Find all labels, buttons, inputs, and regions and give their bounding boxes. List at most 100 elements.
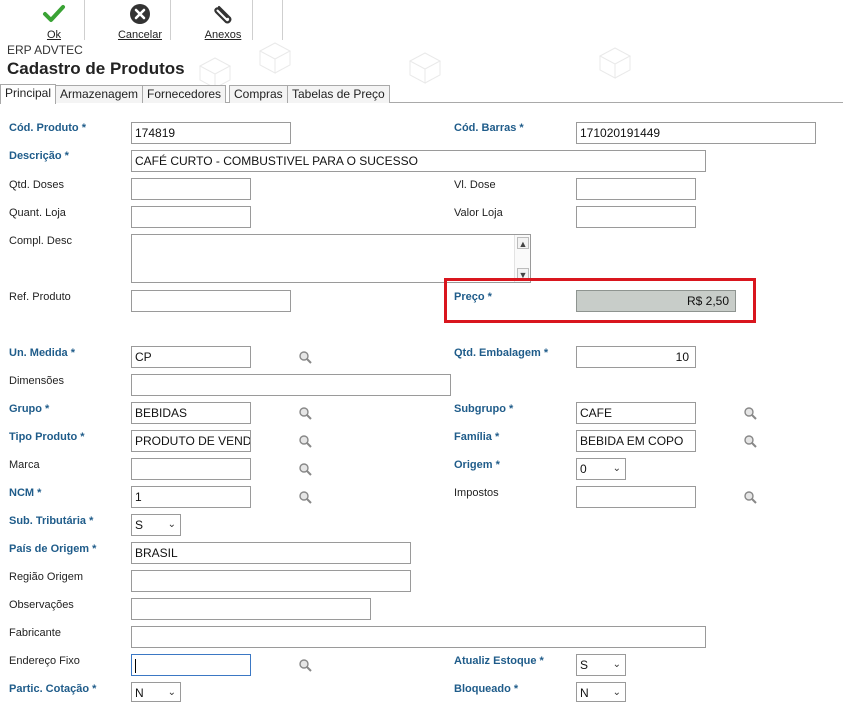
sub-tributaria-select[interactable]: S ⌄ <box>131 514 181 536</box>
atualiz-estoque-value: S <box>580 658 589 672</box>
ncm-label: NCM * <box>9 487 42 499</box>
qtd-doses-field[interactable] <box>131 178 251 200</box>
ok-label: Ok <box>46 29 62 41</box>
search-icon[interactable] <box>298 462 312 476</box>
descricao-label: Descrição * <box>9 150 69 162</box>
page-title: Cadastro de Produtos <box>7 59 185 78</box>
cancel-label: Cancelar <box>117 29 163 41</box>
chevron-down-icon: ⌄ <box>612 463 621 474</box>
scroll-up-icon[interactable]: ▲ <box>517 237 529 249</box>
partic-cotacao-value: N <box>135 686 144 700</box>
qtd-embalagem-label: Qtd. Embalagem * <box>454 347 549 359</box>
observacoes-field[interactable] <box>131 598 371 620</box>
search-icon[interactable] <box>743 406 757 420</box>
marca-label: Marca <box>9 459 40 471</box>
observacoes-label: Observações <box>9 599 74 611</box>
valor-loja-field[interactable] <box>576 206 696 228</box>
text-cursor <box>135 658 136 673</box>
grupo-field[interactable]: BEBIDAS <box>131 402 251 424</box>
app-name: ERP ADVTEC <box>7 43 83 57</box>
search-icon[interactable] <box>298 434 312 448</box>
toolbar-separator <box>84 0 85 40</box>
paperclip-icon <box>198 3 248 27</box>
checkmark-icon <box>34 3 74 27</box>
toolbar-separator <box>252 0 253 40</box>
chevron-down-icon: ⌄ <box>167 687 176 698</box>
vl-dose-label: Vl. Dose <box>454 179 496 191</box>
familia-field[interactable]: BEBIDA EM COPO <box>576 430 696 452</box>
toolbar-separator <box>282 0 283 40</box>
tab-tabelas-de-preco[interactable]: Tabelas de Preço <box>287 85 390 103</box>
origem-value: 0 <box>580 462 587 476</box>
pais-origem-label: País de Origem * <box>9 543 97 555</box>
dimensoes-field[interactable] <box>131 374 451 396</box>
marca-field[interactable] <box>131 458 251 480</box>
cod-produto-field[interactable]: 174819 <box>131 122 291 144</box>
partic-cotacao-select[interactable]: N ⌄ <box>131 682 181 702</box>
regiao-origem-field[interactable] <box>131 570 411 592</box>
tab-compras[interactable]: Compras <box>229 85 288 103</box>
valor-loja-label: Valor Loja <box>454 207 503 219</box>
impostos-field[interactable] <box>576 486 696 508</box>
bloqueado-label: Bloqueado * <box>454 683 519 695</box>
background-cubes-decoration <box>198 42 632 86</box>
compl-desc-textarea[interactable]: ▲ ▼ <box>131 234 531 283</box>
ref-produto-label: Ref. Produto <box>9 291 71 303</box>
pais-origem-field[interactable]: BRASIL <box>131 542 411 564</box>
compl-desc-label: Compl. Desc <box>9 235 72 247</box>
qtd-doses-label: Qtd. Doses <box>9 179 65 191</box>
tab-armazenagem[interactable]: Armazenagem <box>55 85 144 103</box>
search-icon[interactable] <box>298 658 312 672</box>
bloqueado-select[interactable]: N ⌄ <box>576 682 626 702</box>
subgrupo-field[interactable]: CAFE <box>576 402 696 424</box>
partic-cotacao-label: Partic. Cotação * <box>9 683 97 695</box>
endereco-fixo-label: Endereço Fixo <box>9 655 80 667</box>
tab-bar: Principal Armazenagem Fornecedores Compr… <box>0 84 843 104</box>
atualiz-estoque-label: Atualiz Estoque * <box>454 655 544 667</box>
vl-dose-field[interactable] <box>576 178 696 200</box>
origem-select[interactable]: 0 ⌄ <box>576 458 626 480</box>
chevron-down-icon: ⌄ <box>612 659 621 670</box>
familia-label: Família * <box>454 431 500 443</box>
tipo-produto-label: Tipo Produto * <box>9 431 85 443</box>
cancel-icon <box>112 3 168 27</box>
compl-desc-scrollbar[interactable]: ▲ ▼ <box>514 235 530 282</box>
un-medida-field[interactable]: CP <box>131 346 251 368</box>
fabricante-field[interactable] <box>131 626 706 648</box>
chevron-down-icon: ⌄ <box>167 519 176 530</box>
cod-barras-label: Cód. Barras * <box>454 122 524 134</box>
subgrupo-label: Subgrupo * <box>454 403 514 415</box>
ref-produto-field[interactable] <box>131 290 291 312</box>
search-icon[interactable] <box>743 434 757 448</box>
tab-principal[interactable]: Principal <box>0 84 57 104</box>
toolbar-separator <box>170 0 171 40</box>
regiao-origem-label: Região Origem <box>9 571 83 583</box>
fabricante-label: Fabricante <box>9 627 61 639</box>
search-icon[interactable] <box>298 406 312 420</box>
quant-loja-field[interactable] <box>131 206 251 228</box>
tipo-produto-field[interactable]: PRODUTO DE VENDA <box>131 430 251 452</box>
endereco-fixo-field[interactable] <box>131 654 251 676</box>
bloqueado-value: N <box>580 686 589 700</box>
price-highlight-box <box>444 278 756 323</box>
descricao-field[interactable]: CAFÉ CURTO - COMBUSTIVEL PARA O SUCESSO <box>131 150 706 172</box>
tab-fornecedores[interactable]: Fornecedores <box>142 85 227 103</box>
origem-label: Origem * <box>454 459 500 471</box>
impostos-label: Impostos <box>454 487 499 499</box>
ncm-field[interactable]: 1 <box>131 486 251 508</box>
cod-produto-label: Cód. Produto * <box>9 122 86 134</box>
un-medida-label: Un. Medida * <box>9 347 76 359</box>
search-icon[interactable] <box>298 350 312 364</box>
atualiz-estoque-select[interactable]: S ⌄ <box>576 654 626 676</box>
ok-button[interactable]: Ok <box>34 0 74 41</box>
dimensoes-label: Dimensões <box>9 375 65 387</box>
search-icon[interactable] <box>743 490 757 504</box>
cancel-button[interactable]: Cancelar <box>112 0 168 41</box>
attachments-button[interactable]: Anexos <box>198 0 248 41</box>
cod-barras-field[interactable]: 171020191449 <box>576 122 816 144</box>
qtd-embalagem-field[interactable]: 10 <box>576 346 696 368</box>
grupo-label: Grupo * <box>9 403 50 415</box>
quant-loja-label: Quant. Loja <box>9 207 66 219</box>
sub-tributaria-label: Sub. Tributária * <box>9 515 94 527</box>
search-icon[interactable] <box>298 490 312 504</box>
